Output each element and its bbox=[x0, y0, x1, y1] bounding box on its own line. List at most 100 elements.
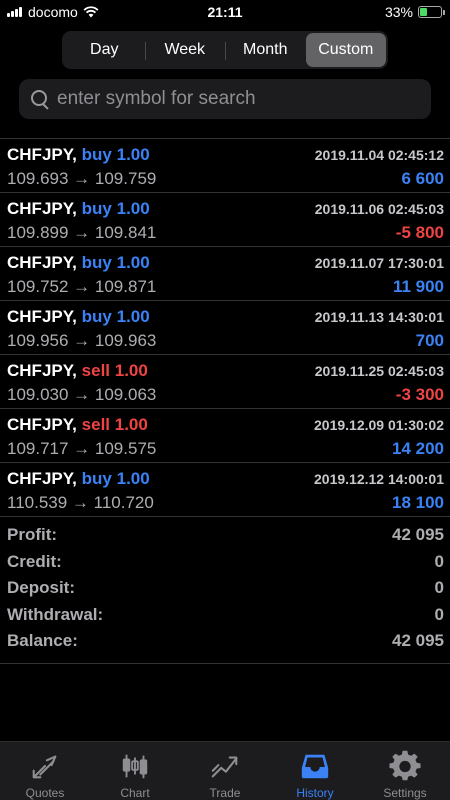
tabbar-settings[interactable]: Settings bbox=[360, 742, 450, 800]
deal-symbol: CHFJPY, bbox=[7, 361, 77, 380]
battery-level bbox=[420, 8, 427, 16]
deal-row[interactable]: CHFJPY, buy 1.00 2019.12.12 14:00:01 110.5… bbox=[0, 463, 450, 517]
deal-title: CHFJPY, sell 1.00 bbox=[7, 361, 148, 381]
tab-custom[interactable]: Custom bbox=[305, 33, 386, 67]
deal-profit: -3 300 bbox=[395, 385, 444, 404]
deal-title: CHFJPY, buy 1.00 bbox=[7, 469, 150, 489]
deal-type: buy bbox=[81, 199, 112, 218]
deal-row[interactable]: CHFJPY, buy 1.00 2019.11.07 17:30:01 109.7… bbox=[0, 247, 450, 301]
deal-volume: 1.00 bbox=[116, 199, 150, 218]
deal-title: CHFJPY, buy 1.00 bbox=[7, 307, 150, 327]
deal-symbol: CHFJPY, bbox=[7, 469, 77, 488]
deal-prices: 109.752 → 109.871 bbox=[7, 277, 157, 296]
summary-row: Withdrawal: 0 bbox=[0, 604, 450, 631]
deal-prices: 109.717 → 109.575 bbox=[7, 439, 157, 458]
summary-row: Credit: 0 bbox=[0, 551, 450, 578]
deal-symbol: CHFJPY, bbox=[7, 415, 77, 434]
deal-profit: 11 900 bbox=[392, 277, 444, 296]
deals-list: CHFJPY, buy 1.00 2019.11.04 02:45:12 109.6… bbox=[0, 138, 450, 517]
deal-prices: 109.030 → 109.063 bbox=[7, 385, 157, 404]
deal-profit: -5 800 bbox=[395, 223, 444, 242]
summary-label: Withdrawal: bbox=[7, 604, 104, 624]
history-icon bbox=[301, 754, 329, 779]
tabbar-trade[interactable]: Trade bbox=[180, 742, 270, 800]
deal-time: 2019.12.09 01:30:02 bbox=[314, 417, 444, 433]
deal-time: 2019.11.07 17:30:01 bbox=[314, 255, 444, 271]
tab-month[interactable]: Month bbox=[225, 33, 306, 67]
deal-profit: 18 100 bbox=[392, 493, 444, 512]
deal-row[interactable]: CHFJPY, buy 1.00 2019.11.04 02:45:12 109.6… bbox=[0, 139, 450, 193]
account-summary: Profit: 42 095 Credit: 0 Deposit: 0 Withdrawal… bbox=[0, 524, 450, 664]
deal-prices: 109.956 → 109.963 bbox=[7, 331, 157, 350]
tabbar-history[interactable]: History bbox=[270, 742, 360, 800]
trade-icon bbox=[211, 756, 238, 778]
deal-title: CHFJPY, buy 1.00 bbox=[7, 145, 150, 165]
summary-label: Balance: bbox=[7, 631, 78, 650]
summary-row: Balance: 42 095 bbox=[0, 630, 450, 657]
summary-row: Deposit: 0 bbox=[0, 577, 450, 604]
summary-label: Deposit: bbox=[7, 578, 75, 597]
deal-time: 2019.11.13 14:30:01 bbox=[314, 309, 444, 325]
search-input[interactable] bbox=[57, 88, 417, 110]
deal-type: sell bbox=[81, 415, 111, 434]
deal-row[interactable]: CHFJPY, buy 1.00 2019.11.13 14:30:01 109.9… bbox=[0, 301, 450, 355]
deal-time: 2019.11.06 02:45:03 bbox=[314, 201, 444, 217]
deal-profit: 6 600 bbox=[401, 169, 444, 188]
period-segmented-control: Day Week Month Custom bbox=[62, 31, 388, 69]
summary-label: Credit: bbox=[7, 551, 62, 571]
deal-symbol: CHFJPY, bbox=[7, 253, 77, 272]
battery-icon bbox=[418, 6, 445, 18]
deal-type: buy bbox=[81, 307, 112, 326]
status-right: 33% bbox=[384, 4, 445, 20]
tabbar-trade-label: Trade bbox=[209, 786, 241, 800]
bottom-tab-bar: Quotes Chart Trade History Settings bbox=[0, 741, 450, 800]
tabbar-settings-label: Settings bbox=[383, 786, 427, 800]
tabbar-quotes-label: Quotes bbox=[25, 786, 65, 800]
deal-time: 2019.11.25 02:45:03 bbox=[314, 363, 444, 379]
summary-value: 0 bbox=[434, 551, 444, 571]
deal-prices: 109.899 → 109.841 bbox=[7, 223, 157, 242]
deal-volume: 1.00 bbox=[114, 361, 148, 380]
search-bar[interactable] bbox=[19, 79, 431, 119]
deal-symbol: CHFJPY, bbox=[7, 307, 77, 326]
deal-volume: 1.00 bbox=[114, 415, 148, 434]
deal-row[interactable]: CHFJPY, sell 1.00 2019.12.09 01:30:02 109.… bbox=[0, 409, 450, 463]
deal-symbol: CHFJPY, bbox=[7, 199, 77, 218]
battery-percent: 33% bbox=[384, 4, 413, 20]
deal-symbol: CHFJPY, bbox=[7, 145, 77, 164]
chart-icon bbox=[122, 754, 148, 779]
tabbar-chart-label: Chart bbox=[120, 786, 150, 800]
deal-time: 2019.12.12 14:00:01 bbox=[314, 471, 444, 487]
deal-profit: 700 bbox=[415, 331, 444, 350]
deal-prices: 110.539 → 110.720 bbox=[7, 493, 154, 512]
quotes-icon bbox=[32, 755, 57, 779]
summary-value: 42 095 bbox=[392, 525, 444, 544]
tab-week[interactable]: Week bbox=[144, 33, 226, 67]
deal-title: CHFJPY, buy 1.00 bbox=[7, 253, 150, 273]
deal-title: CHFJPY, sell 1.00 bbox=[7, 415, 148, 435]
tabbar-chart[interactable]: Chart bbox=[90, 742, 180, 800]
deal-volume: 1.00 bbox=[116, 145, 150, 164]
deal-volume: 1.00 bbox=[116, 307, 150, 326]
deal-title: CHFJPY, buy 1.00 bbox=[7, 199, 150, 219]
gear-icon bbox=[389, 750, 421, 781]
deal-volume: 1.00 bbox=[116, 469, 150, 488]
deal-time: 2019.11.04 02:45:12 bbox=[314, 147, 444, 163]
summary-label: Profit: bbox=[7, 525, 58, 544]
deal-row[interactable]: CHFJPY, buy 1.00 2019.11.06 02:45:03 109.8… bbox=[0, 193, 450, 247]
deal-type: buy bbox=[81, 469, 112, 488]
deal-type: buy bbox=[81, 253, 112, 272]
deal-prices: 109.693 → 109.759 bbox=[7, 169, 157, 188]
summary-value: 42 095 bbox=[392, 631, 444, 650]
summary-value: 0 bbox=[434, 604, 444, 624]
deal-profit: 14 200 bbox=[392, 439, 444, 458]
tab-day[interactable]: Day bbox=[64, 33, 145, 67]
deal-volume: 1.00 bbox=[116, 253, 150, 272]
deal-type: buy bbox=[81, 145, 112, 164]
deal-type: sell bbox=[81, 361, 111, 380]
summary-row: Profit: 42 095 bbox=[0, 524, 450, 551]
status-bar: docomo 21:11 33% bbox=[0, 0, 450, 24]
deal-row[interactable]: CHFJPY, sell 1.00 2019.11.25 02:45:03 109.… bbox=[0, 355, 450, 409]
summary-value: 0 bbox=[434, 578, 444, 597]
tabbar-quotes[interactable]: Quotes bbox=[0, 742, 90, 800]
